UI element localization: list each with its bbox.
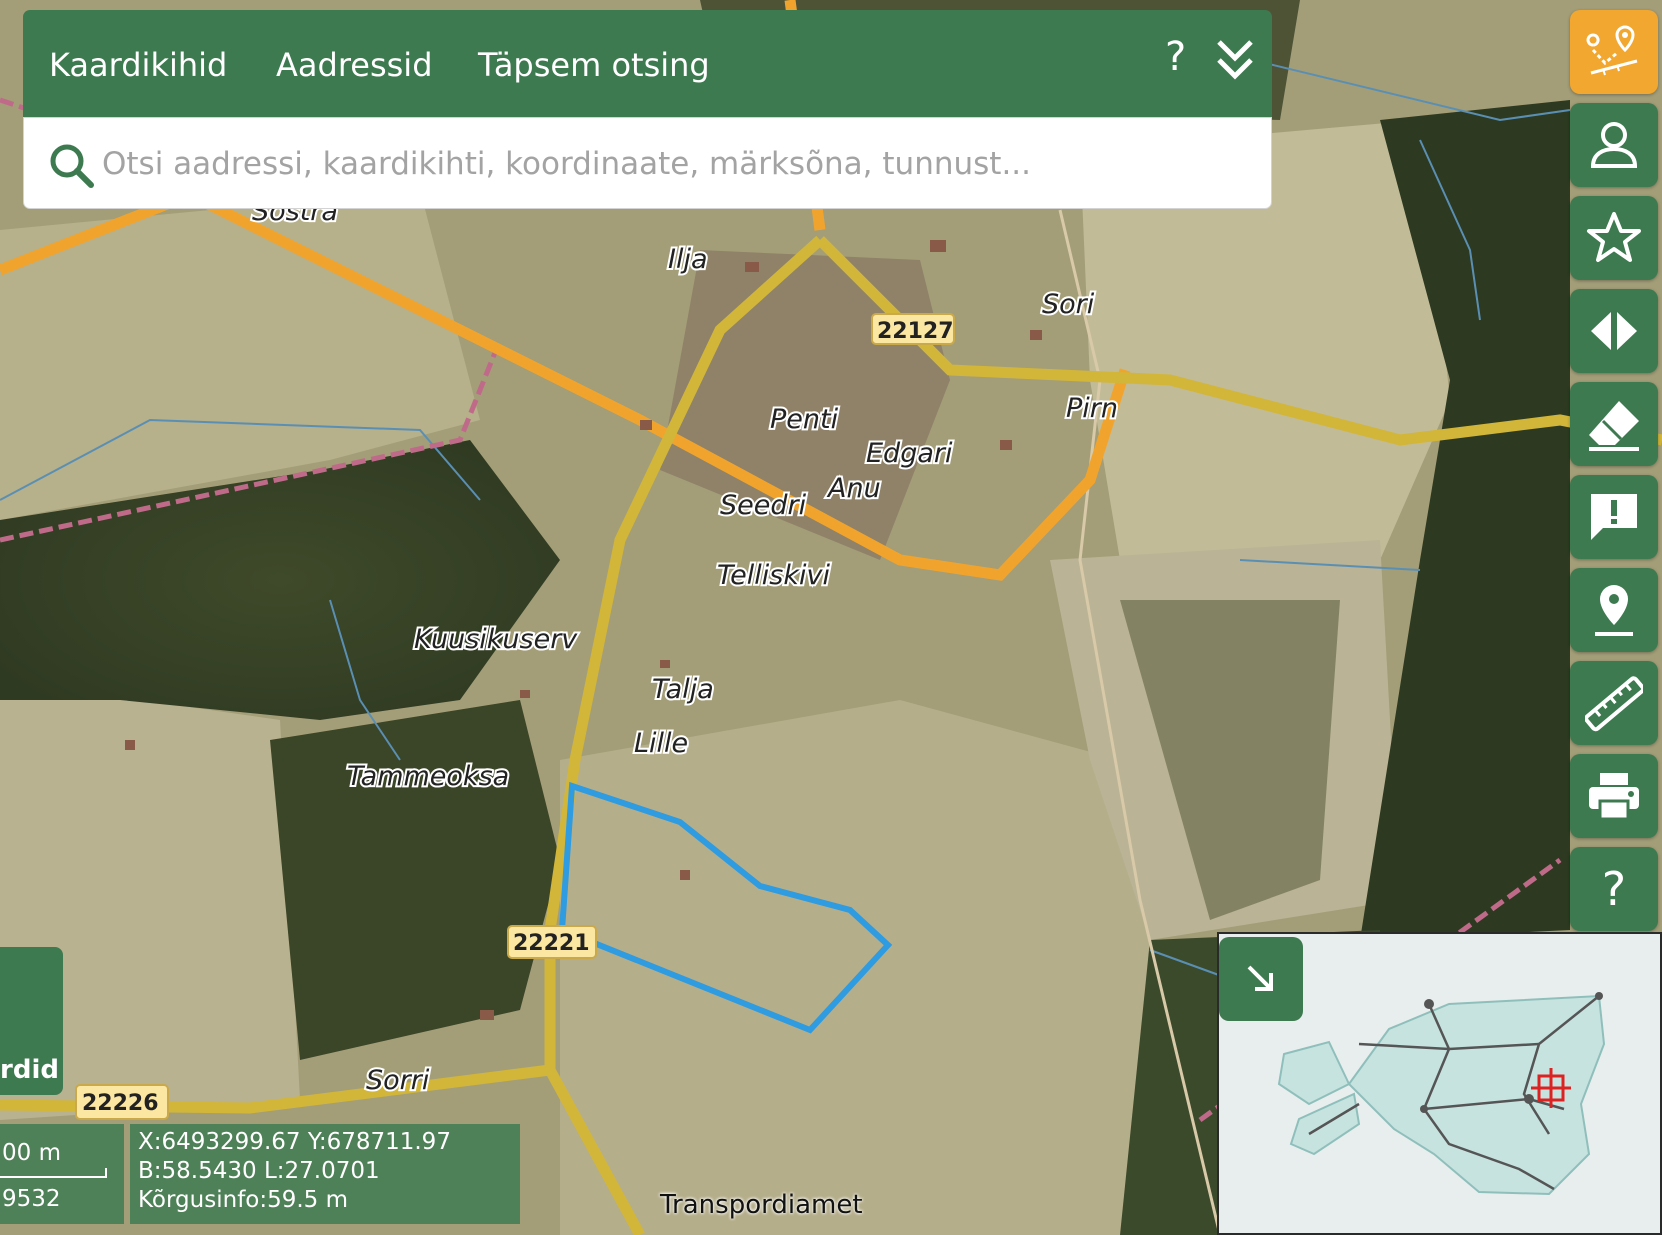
- coord-height: Kõrgusinfo:59.5 m: [138, 1187, 349, 1213]
- top-navigation-bar: Kaardikihid Aadressid Täpsem otsing ?: [23, 10, 1272, 117]
- place-label: Lille: [634, 728, 688, 759]
- place-label: Talja: [652, 674, 714, 705]
- collapse-minimap-button[interactable]: [1219, 937, 1303, 1021]
- print-icon: [1589, 773, 1639, 821]
- compare-button[interactable]: [1570, 289, 1658, 373]
- road-badge-22226: 22226: [75, 1084, 169, 1120]
- scale-indicator: 00 m 9532: [0, 1124, 124, 1224]
- coord-xy: X:6493299.67 Y:678711.97: [138, 1129, 451, 1155]
- measure-button[interactable]: [1570, 661, 1658, 745]
- place-label: Telliskivi: [717, 560, 830, 591]
- attribution: Transpordiamet: [660, 1190, 863, 1220]
- user-button[interactable]: [1570, 103, 1658, 187]
- help-button[interactable]: ?: [1165, 34, 1186, 80]
- scale-text: 00 m: [2, 1140, 61, 1166]
- favorites-button[interactable]: [1570, 196, 1658, 280]
- place-label: Pirn: [1066, 393, 1118, 424]
- search-icon: [50, 144, 94, 188]
- feedback-button[interactable]: [1570, 475, 1658, 559]
- tab-tapsem-otsing[interactable]: Täpsem otsing: [478, 46, 710, 84]
- help-icon: ?: [1601, 862, 1627, 916]
- double-chevron-down-icon: [1217, 40, 1253, 80]
- road-number: 22221: [513, 931, 590, 956]
- ruler-icon: [1585, 676, 1643, 732]
- place-label: Kuusikuserv: [414, 624, 578, 655]
- scale-ratio: 9532: [2, 1186, 61, 1212]
- collapse-button[interactable]: [1215, 36, 1255, 82]
- place-label: Sorri: [366, 1065, 430, 1096]
- place-label: Ilja: [668, 244, 708, 275]
- road-number: 22127: [877, 319, 954, 344]
- search-box: [23, 117, 1272, 209]
- road-badge-22127: 22127: [871, 313, 955, 345]
- help-sidebar-button[interactable]: ?: [1570, 847, 1658, 931]
- scale-bar: [0, 1168, 107, 1178]
- coord-bl: B:58.5430 L:27.0701: [138, 1158, 380, 1184]
- eraser-button[interactable]: [1570, 382, 1658, 466]
- route-measure-icon: [1586, 25, 1638, 76]
- place-label: Sori: [1042, 289, 1095, 320]
- place-label: Anu: [826, 473, 881, 504]
- road-badge-22221: 22221: [507, 925, 597, 959]
- place-label: Edgari: [866, 438, 953, 469]
- forest: [270, 700, 560, 1060]
- place-label: Tammeoksa: [347, 761, 509, 792]
- add-location-button[interactable]: [1570, 568, 1658, 652]
- user-icon: [1590, 122, 1638, 168]
- tab-kaardikihid[interactable]: Kaardikihid: [49, 46, 227, 84]
- coordinate-readout: X:6493299.67 Y:678711.97 B:58.5430 L:27.…: [130, 1124, 520, 1224]
- eraser-icon: [1589, 401, 1639, 451]
- print-button[interactable]: [1570, 754, 1658, 838]
- layers-tab-label: ardid: [0, 1055, 59, 1085]
- arrow-down-right-icon: [1247, 965, 1273, 991]
- location-pin-icon: [1595, 585, 1633, 636]
- road-number: 22226: [82, 1091, 159, 1116]
- place-label: Penti: [770, 404, 839, 435]
- route-measure-button[interactable]: [1570, 10, 1658, 94]
- compare-arrows-icon: [1591, 312, 1637, 350]
- layers-panel-tab[interactable]: ardid: [0, 947, 63, 1095]
- place-label: Seedri: [720, 490, 807, 521]
- search-input[interactable]: [100, 136, 1234, 192]
- feedback-icon: [1591, 494, 1637, 540]
- star-icon: [1587, 212, 1641, 262]
- tab-aadressid[interactable]: Aadressid: [276, 46, 433, 84]
